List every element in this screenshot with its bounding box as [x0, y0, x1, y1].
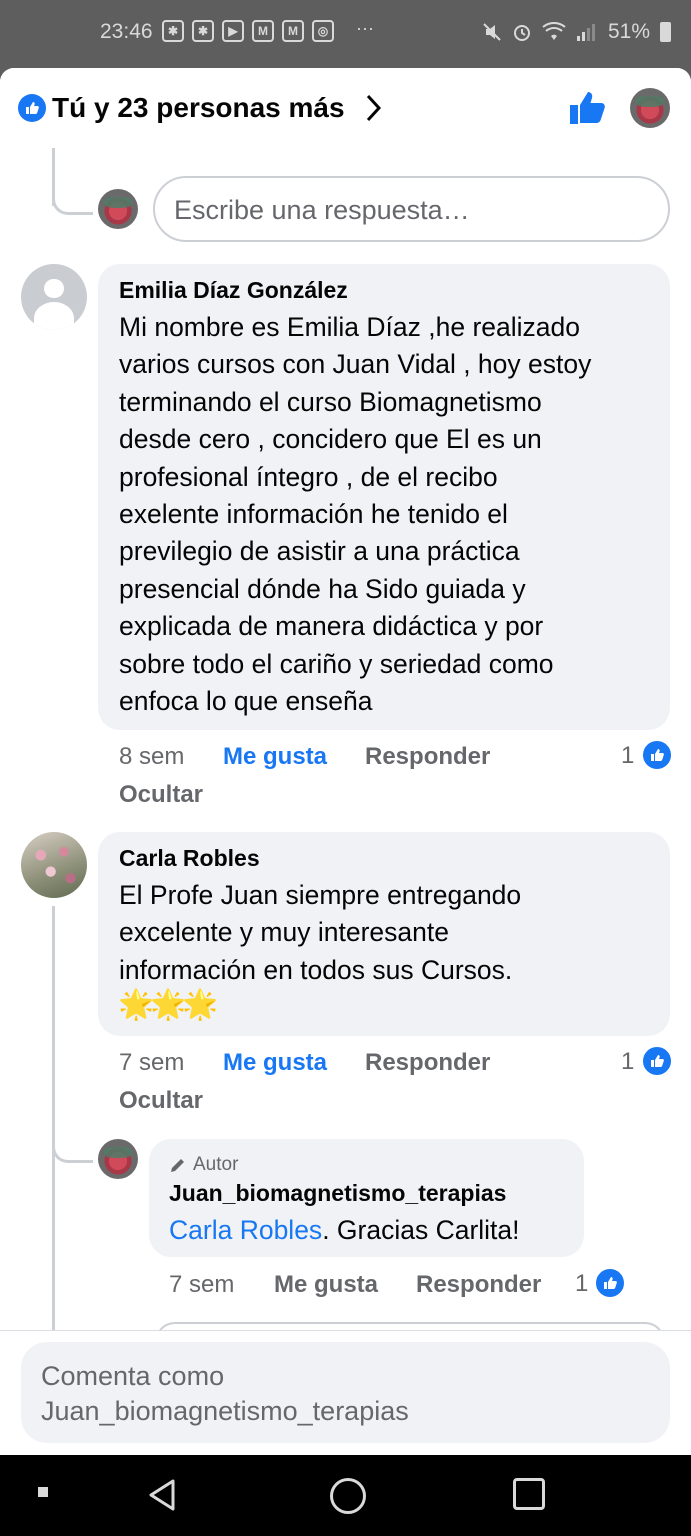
thread-connector [52, 1124, 93, 1163]
comment-author[interactable]: Juan_biomagnetismo_terapias [169, 1180, 506, 1207]
sheet-header: Tú y 23 personas más [0, 68, 691, 148]
reply-avatar [98, 189, 138, 229]
like-count[interactable]: 1 [575, 1270, 588, 1298]
comment-time[interactable]: 7 sem [169, 1271, 234, 1299]
like-count-icon[interactable] [641, 1045, 673, 1077]
reply-input[interactable]: Escribe una respuesta… [153, 176, 670, 242]
youtube-icon: ▶ [222, 20, 244, 42]
notification-icons: ✱ ✱ ▶ M M ◎ [162, 20, 334, 42]
like-reaction-icon [18, 94, 46, 122]
comment-input[interactable]: Comenta como Juan_biomagnetismo_terapias [21, 1342, 670, 1443]
author-badge: Autor [169, 1154, 238, 1176]
comments-sheet: Tú y 23 personas más Escribe una respues… [0, 68, 691, 1455]
like-count[interactable]: 1 [621, 1048, 634, 1076]
thread-line [52, 906, 55, 1330]
reply-placeholder: Escribe una respuesta… [174, 195, 470, 225]
wifi-icon [542, 22, 566, 40]
back-icon[interactable] [146, 1477, 178, 1513]
like-count-icon[interactable] [641, 739, 673, 771]
signal-icon [577, 24, 595, 41]
reply-button[interactable]: Responder [365, 1049, 490, 1077]
reactions-summary[interactable]: Tú y 23 personas más [52, 92, 345, 124]
comment-author[interactable]: Carla Robles [119, 845, 260, 872]
reply-button[interactable]: Responder [365, 743, 490, 771]
comment-placeholder: Comenta como Juan_biomagnetismo_terapias [41, 1361, 409, 1426]
status-bar: 23:46 ✱ ✱ ▶ M M ◎ ··· 51% [0, 0, 691, 68]
status-right: 51% [482, 20, 672, 44]
comment-time[interactable]: 7 sem [119, 1049, 184, 1077]
grid-app-icon: ✱ [162, 20, 184, 42]
gmail-icon: M [252, 20, 274, 42]
comment-composer: Comenta como Juan_biomagnetismo_terapias [0, 1330, 691, 1455]
like-button-icon[interactable] [568, 90, 606, 126]
reply-button[interactable]: Responder [416, 1271, 541, 1299]
star-emoji: 🌟🌟🌟 [118, 989, 218, 1021]
recent-apps-icon[interactable] [513, 1478, 545, 1510]
thread-connector [52, 176, 93, 215]
avatar[interactable] [98, 1139, 138, 1179]
comment-time[interactable]: 8 sem [119, 743, 184, 771]
like-button[interactable]: Me gusta [274, 1271, 378, 1299]
like-button[interactable]: Me gusta [223, 743, 327, 771]
comment-author[interactable]: Emilia Díaz González [119, 277, 348, 304]
header-avatar[interactable] [630, 88, 670, 128]
battery-icon [660, 22, 672, 42]
alarm-icon [514, 25, 530, 41]
system-nav-bar [0, 1455, 691, 1536]
chevron-right-icon[interactable] [364, 92, 384, 124]
comment-text: Mi nombre es Emilia Díaz ,he realizado v… [119, 312, 592, 717]
comment-text: El Profe Juan siempre entregando excelen… [119, 880, 522, 985]
pencil-icon [171, 1159, 184, 1172]
gmail-icon: M [282, 20, 304, 42]
hide-button[interactable]: Ocultar [119, 781, 203, 809]
like-button[interactable]: Me gusta [223, 1049, 327, 1077]
avatar[interactable] [21, 264, 87, 330]
nav-menu-icon[interactable] [38, 1487, 48, 1497]
like-count-icon[interactable] [594, 1267, 626, 1299]
grid-app-icon: ✱ [192, 20, 214, 42]
instagram-icon: ◎ [312, 20, 334, 42]
status-time: 23:46 [100, 20, 153, 43]
mute-icon [483, 23, 501, 41]
home-icon[interactable] [330, 1478, 366, 1514]
author-badge-label: Autor [193, 1154, 239, 1175]
mention-link[interactable]: Carla Robles [169, 1215, 322, 1245]
like-count[interactable]: 1 [621, 742, 634, 770]
hide-button[interactable]: Ocultar [119, 1087, 203, 1115]
more-notifications-icon: ··· [356, 18, 374, 38]
comment-text: Carla Robles. Gracias Carlita! [169, 1212, 579, 1249]
battery-percent: 51% [608, 20, 651, 43]
reply-text: . Gracias Carlita! [322, 1215, 520, 1245]
avatar[interactable] [21, 832, 87, 898]
